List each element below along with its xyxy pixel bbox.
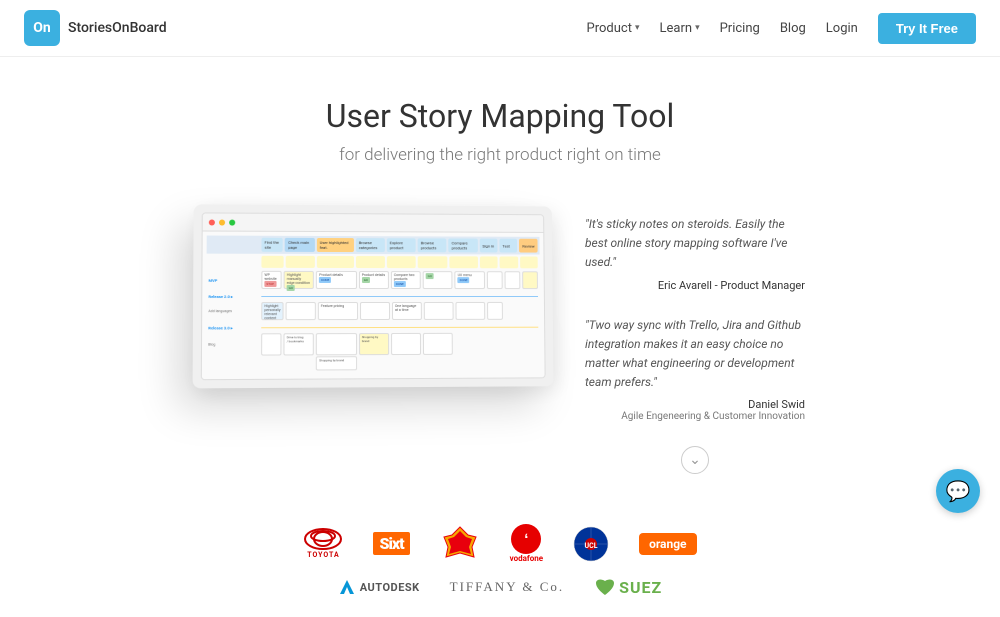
mockup-inner: Find the site Check main page User highl… [201,212,546,380]
logos-row-1: TOYOTA Sixt ʻ vodafone UCL [303,524,696,563]
logo-sixt: Sixt [373,532,409,555]
nav-pricing[interactable]: Pricing [720,21,760,36]
nav-learn[interactable]: Learn ▾ [660,21,700,36]
review-2: "Two way sync with Trello, Jira and Gith… [585,316,805,423]
review-1-author: Eric Avarell - Product Manager [585,279,805,292]
nav-product[interactable]: Product ▾ [587,21,640,36]
reviews-section: "It's sticky notes on steroids. Easily t… [585,205,805,474]
chevron-btn: ⌄ [585,446,805,474]
logos-section: TOYOTA Sixt ʻ vodafone UCL [0,494,1000,617]
mockup-shadow: Find the site Check main page User highl… [193,204,554,388]
content-area: Find the site Check main page User highl… [0,185,1000,494]
chat-icon: 💬 [946,479,971,503]
review-2-title: Agile Engeneering & Customer Innovation [585,411,805,422]
review-1: "It's sticky notes on steroids. Easily t… [585,215,805,292]
scroll-down-button[interactable]: ⌄ [681,446,709,474]
logo-tiffany: TIFFANY & Co. [450,579,564,595]
review-2-author: Daniel Swid [585,398,805,411]
hero-section: User Story Mapping Tool for delivering t… [0,57,1000,185]
story-map-content: Find the site Check main page User highl… [202,231,545,379]
svg-text:UCL: UCL [585,542,598,550]
hero-subtitle: for delivering the right product right o… [0,145,1000,165]
window-maximize-dot [229,219,235,225]
window-close-dot [209,219,215,225]
logo-orange: orange [639,533,696,555]
logo-shell [440,525,480,563]
logo-link[interactable]: On StoriesOnBoard [24,10,167,46]
review-1-text: "It's sticky notes on steroids. Easily t… [585,215,805,273]
chevron-down-icon: ▾ [635,23,640,33]
logo-text: StoriesOnBoard [68,20,167,36]
app-mockup: Find the site Check main page User highl… [195,205,555,387]
logos-row-2: AUTODESK TIFFANY & Co. SUEZ [338,577,663,597]
nav-links: Product ▾ Learn ▾ Pricing Blog Login Try… [587,13,976,44]
chat-support-button[interactable]: 💬 [936,469,980,513]
mockup-toolbar [203,213,544,232]
chevron-down-icon: ▾ [695,23,700,33]
logo-vodafone: ʻ vodafone [510,524,543,563]
navbar: On StoriesOnBoard Product ▾ Learn ▾ Pric… [0,0,1000,57]
review-2-text: "Two way sync with Trello, Jira and Gith… [585,316,805,393]
logo-suez: SUEZ [594,577,662,597]
nav-blog[interactable]: Blog [780,21,806,36]
hero-title: User Story Mapping Tool [0,97,1000,135]
logo-icon: On [24,10,60,46]
try-it-free-button[interactable]: Try It Free [878,13,976,44]
nav-login[interactable]: Login [826,21,858,36]
window-minimize-dot [219,219,225,225]
logo-autodesk: AUTODESK [338,578,420,596]
logo-ucl: UCL [573,526,609,562]
chevron-down-icon: ⌄ [689,452,701,468]
